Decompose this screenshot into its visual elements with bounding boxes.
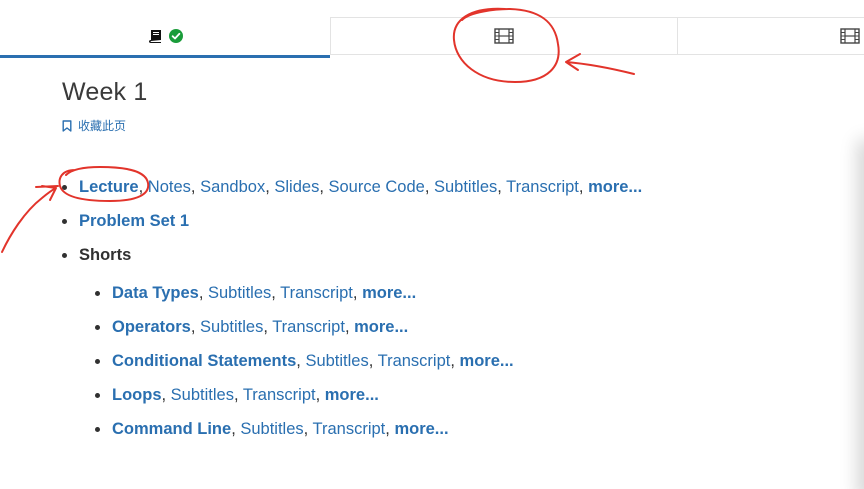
lecture-link[interactable]: Lecture xyxy=(79,178,139,196)
bookmark-button[interactable]: 收藏此页 xyxy=(62,117,822,134)
sandbox-link[interactable]: Sandbox xyxy=(200,178,265,196)
operators-link[interactable]: Operators xyxy=(112,318,191,336)
resource-list: Lecture, Notes, Sandbox, Slides, Source … xyxy=(62,176,822,440)
bookmark-icon xyxy=(62,119,72,132)
page: Week 1 收藏此页 Lecture, Notes, Sandbox, Sli… xyxy=(0,0,864,489)
loops-link[interactable]: Loops xyxy=(112,386,162,404)
tab-video-2[interactable] xyxy=(677,17,864,55)
annotation-arrow-lecture xyxy=(1,185,57,253)
main-content: Week 1 收藏此页 Lecture, Notes, Sandbox, Sli… xyxy=(62,78,822,452)
short-item-data-types: Data Types, Subtitles, Transcript, more.… xyxy=(95,282,822,304)
transcript-link[interactable]: Transcript xyxy=(272,318,345,336)
subtitles-link[interactable]: Subtitles xyxy=(240,420,303,438)
more-link[interactable]: more... xyxy=(394,420,448,438)
transcript-link[interactable]: Transcript xyxy=(280,284,353,302)
check-circle-icon xyxy=(168,29,183,43)
short-item-command-line: Command Line, Subtitles, Transcript, mor… xyxy=(95,418,822,440)
conditional-statements-link[interactable]: Conditional Statements xyxy=(112,352,296,370)
film-icon xyxy=(840,28,860,44)
command-line-link[interactable]: Command Line xyxy=(112,420,231,438)
book-icon xyxy=(148,29,164,43)
subtitles-link[interactable]: Subtitles xyxy=(434,178,497,196)
transcript-link[interactable]: Transcript xyxy=(313,420,386,438)
list-item-lecture: Lecture, Notes, Sandbox, Slides, Source … xyxy=(62,176,822,198)
subtitles-link[interactable]: Subtitles xyxy=(200,318,263,336)
slides-link[interactable]: Slides xyxy=(274,178,319,196)
tab-notes[interactable] xyxy=(0,17,330,58)
short-item-conditional-statements: Conditional Statements, Subtitles, Trans… xyxy=(95,350,822,372)
list-item-shorts: Shorts Data Types, Subtitles, Transcript… xyxy=(62,244,822,440)
annotation-arrow-film xyxy=(565,53,635,75)
more-link[interactable]: more... xyxy=(460,352,514,370)
more-link[interactable]: more... xyxy=(362,284,416,302)
film-icon xyxy=(494,28,514,44)
source-code-link[interactable]: Source Code xyxy=(329,178,425,196)
transcript-link[interactable]: Transcript xyxy=(378,352,451,370)
shorts-list: Data Types, Subtitles, Transcript, more.… xyxy=(79,282,822,440)
list-item-problem-set: Problem Set 1 xyxy=(62,210,822,232)
tab-bar xyxy=(0,17,864,58)
short-item-operators: Operators, Subtitles, Transcript, more..… xyxy=(95,316,822,338)
tab-video[interactable] xyxy=(330,17,677,55)
notes-link[interactable]: Notes xyxy=(148,178,191,196)
transcript-link[interactable]: Transcript xyxy=(243,386,316,404)
data-types-link[interactable]: Data Types xyxy=(112,284,199,302)
bookmark-label: 收藏此页 xyxy=(78,119,127,133)
subtitles-link[interactable]: Subtitles xyxy=(171,386,234,404)
page-title: Week 1 xyxy=(62,78,148,106)
subtitles-link[interactable]: Subtitles xyxy=(305,352,368,370)
shorts-heading: Shorts xyxy=(79,246,132,264)
more-link[interactable]: more... xyxy=(588,178,642,196)
more-link[interactable]: more... xyxy=(354,318,408,336)
problem-set-link[interactable]: Problem Set 1 xyxy=(79,212,189,230)
transcript-link[interactable]: Transcript xyxy=(506,178,579,196)
short-item-loops: Loops, Subtitles, Transcript, more... xyxy=(95,384,822,406)
subtitles-link[interactable]: Subtitles xyxy=(208,284,271,302)
more-link[interactable]: more... xyxy=(325,386,379,404)
